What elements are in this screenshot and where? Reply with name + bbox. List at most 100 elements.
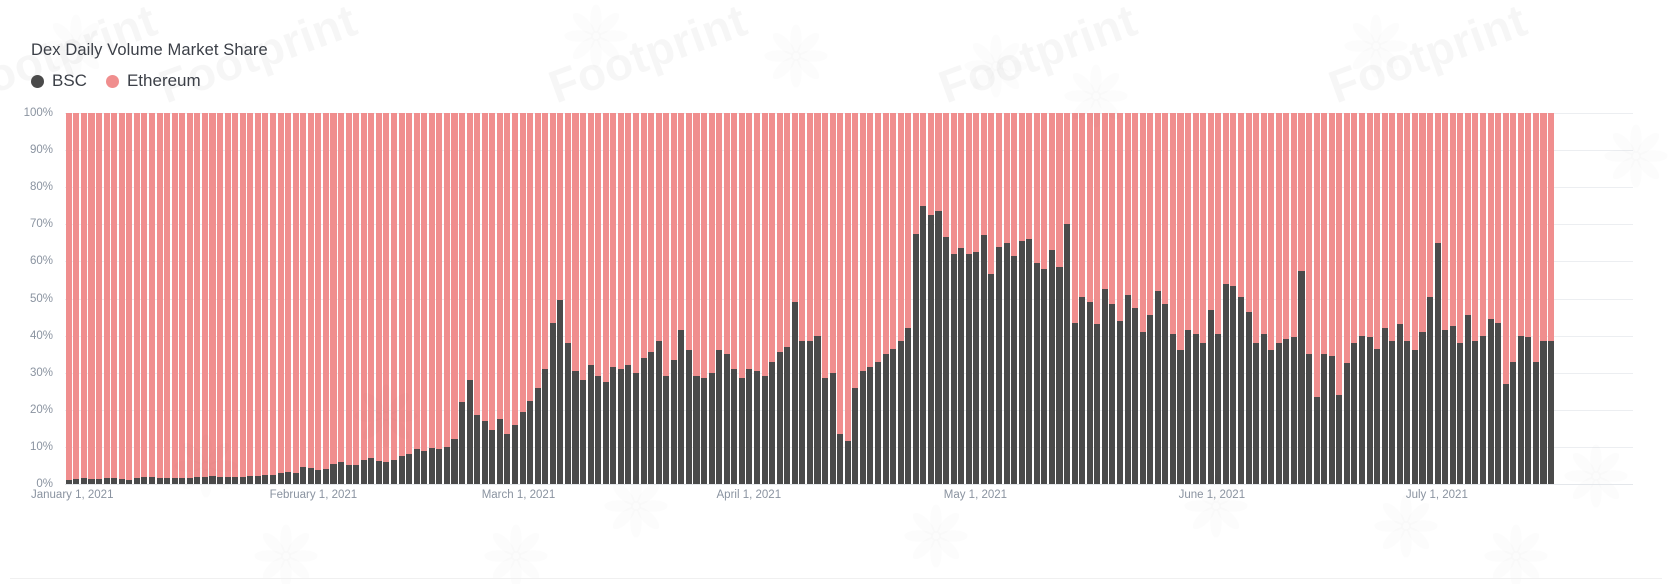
bar-column[interactable] — [360, 113, 368, 484]
bar-column[interactable] — [655, 113, 663, 484]
bar-column[interactable] — [829, 113, 837, 484]
bar-column[interactable] — [1358, 113, 1366, 484]
bar-column[interactable] — [1411, 113, 1419, 484]
bar-column[interactable] — [957, 113, 965, 484]
bar-column[interactable] — [738, 113, 746, 484]
bar-column[interactable] — [277, 113, 285, 484]
bar-column[interactable] — [194, 113, 202, 484]
bar-column[interactable] — [345, 113, 353, 484]
bar-column[interactable] — [1457, 113, 1465, 484]
legend-item-ethereum[interactable]: Ethereum — [105, 71, 201, 91]
bar-column[interactable] — [670, 113, 678, 484]
bar-column[interactable] — [549, 113, 557, 484]
bar-column[interactable] — [852, 113, 860, 484]
bar-column[interactable] — [753, 113, 761, 484]
bar-column[interactable] — [118, 113, 126, 484]
bar-column[interactable] — [632, 113, 640, 484]
bar-column[interactable] — [156, 113, 164, 484]
bar-column[interactable] — [1184, 113, 1192, 484]
legend-item-bsc[interactable]: BSC — [31, 71, 87, 91]
bar-column[interactable] — [1025, 113, 1033, 484]
bar-column[interactable] — [458, 113, 466, 484]
bar-column[interactable] — [201, 113, 209, 484]
bar-column[interactable] — [678, 113, 686, 484]
bar-column[interactable] — [65, 113, 73, 484]
bar-column[interactable] — [1230, 113, 1238, 484]
bar-column[interactable] — [1479, 113, 1487, 484]
bar-column[interactable] — [405, 113, 413, 484]
bar-column[interactable] — [776, 113, 784, 484]
bar-column[interactable] — [443, 113, 451, 484]
bar-column[interactable] — [1381, 113, 1389, 484]
bar-column[interactable] — [534, 113, 542, 484]
bar-column[interactable] — [708, 113, 716, 484]
bar-column[interactable] — [398, 113, 406, 484]
bar-column[interactable] — [1562, 113, 1570, 484]
bar-column[interactable] — [1056, 113, 1064, 484]
bar-column[interactable] — [481, 113, 489, 484]
bar-column[interactable] — [519, 113, 527, 484]
bar-column[interactable] — [587, 113, 595, 484]
bar-column[interactable] — [1388, 113, 1396, 484]
bar-column[interactable] — [1033, 113, 1041, 484]
bar-column[interactable] — [1373, 113, 1381, 484]
bar-column[interactable] — [428, 113, 436, 484]
bar-column[interactable] — [1472, 113, 1480, 484]
bar-column[interactable] — [420, 113, 428, 484]
bar-column[interactable] — [1124, 113, 1132, 484]
bar-column[interactable] — [1192, 113, 1200, 484]
bar-column[interactable] — [1222, 113, 1230, 484]
bar-column[interactable] — [541, 113, 549, 484]
bar-column[interactable] — [1517, 113, 1525, 484]
bar-column[interactable] — [1010, 113, 1018, 484]
bar-column[interactable] — [1328, 113, 1336, 484]
bar-column[interactable] — [564, 113, 572, 484]
bar-column[interactable] — [1260, 113, 1268, 484]
bar-column[interactable] — [1177, 113, 1185, 484]
bar-column[interactable] — [375, 113, 383, 484]
bar-column[interactable] — [1434, 113, 1442, 484]
bar-column[interactable] — [88, 113, 96, 484]
bar-column[interactable] — [723, 113, 731, 484]
bar-column[interactable] — [352, 113, 360, 484]
bar-column[interactable] — [700, 113, 708, 484]
bar-column[interactable] — [1578, 113, 1586, 484]
bar-column[interactable] — [1615, 113, 1623, 484]
bar-column[interactable] — [315, 113, 323, 484]
bar-column[interactable] — [1404, 113, 1412, 484]
bar-column[interactable] — [806, 113, 814, 484]
bar-column[interactable] — [904, 113, 912, 484]
bar-column[interactable] — [163, 113, 171, 484]
bar-column[interactable] — [1116, 113, 1124, 484]
bar-column[interactable] — [284, 113, 292, 484]
bar-column[interactable] — [292, 113, 300, 484]
bar-column[interactable] — [1525, 113, 1533, 484]
bar-column[interactable] — [950, 113, 958, 484]
bar-column[interactable] — [103, 113, 111, 484]
bar-column[interactable] — [1267, 113, 1275, 484]
bar-column[interactable] — [685, 113, 693, 484]
bar-column[interactable] — [821, 113, 829, 484]
bar-column[interactable] — [413, 113, 421, 484]
bar-column[interactable] — [965, 113, 973, 484]
bar-column[interactable] — [731, 113, 739, 484]
bar-column[interactable] — [224, 113, 232, 484]
bar-column[interactable] — [1298, 113, 1306, 484]
bar-column[interactable] — [1290, 113, 1298, 484]
bar-column[interactable] — [337, 113, 345, 484]
bar-column[interactable] — [511, 113, 519, 484]
bar-column[interactable] — [602, 113, 610, 484]
bar-column[interactable] — [1109, 113, 1117, 484]
bar-column[interactable] — [231, 113, 239, 484]
bar-column[interactable] — [889, 113, 897, 484]
bar-column[interactable] — [186, 113, 194, 484]
bar-column[interactable] — [768, 113, 776, 484]
bar-column[interactable] — [715, 113, 723, 484]
bar-column[interactable] — [814, 113, 822, 484]
bar-column[interactable] — [254, 113, 262, 484]
bar-column[interactable] — [1305, 113, 1313, 484]
bar-column[interactable] — [466, 113, 474, 484]
bar-column[interactable] — [383, 113, 391, 484]
bar-column[interactable] — [579, 113, 587, 484]
bar-column[interactable] — [1146, 113, 1154, 484]
